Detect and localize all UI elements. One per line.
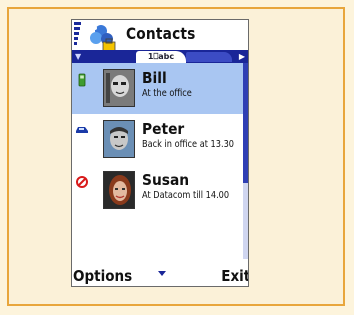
avatar (103, 120, 135, 158)
avatar (103, 69, 135, 107)
tab-left-arrow-icon[interactable]: ▼ (75, 52, 81, 61)
list-item[interactable]: Bill At the office (72, 63, 243, 114)
list-item[interactable]: Peter Back in office at 13.30 (72, 114, 243, 165)
contact-status: At Datacom till 14.00 (142, 190, 230, 201)
contact-name: Bill (142, 69, 167, 87)
contact-status: At the office (142, 88, 192, 99)
softkey-bar: Options Exit (72, 264, 248, 286)
contact-status: Back in office at 13.30 (142, 139, 235, 150)
contact-name: Susan (142, 171, 190, 189)
page-title: Contacts (126, 24, 196, 43)
app-header: Contacts ▼ 1⎕abc ▶ (72, 20, 248, 63)
exit-softkey[interactable]: Exit (221, 267, 248, 285)
tab-bar: ▼ 1⎕abc ▶ (72, 50, 248, 63)
scrollbar-thumb[interactable] (243, 63, 248, 183)
car-icon (76, 127, 88, 133)
contact-name: Peter (142, 120, 185, 138)
tab-right-arrow-icon[interactable]: ▶ (239, 52, 245, 61)
menu-indicator-icon (158, 271, 166, 276)
phone-screen: Contacts ▼ 1⎕abc ▶ Bill At the office Pe… (71, 19, 249, 287)
avatar (103, 171, 135, 209)
tab-groups[interactable] (186, 52, 232, 62)
do-not-disturb-icon (76, 176, 88, 188)
tab-contacts-active[interactable]: 1⎕abc (136, 51, 186, 63)
options-softkey[interactable]: Options (73, 267, 132, 285)
list-item[interactable]: Susan At Datacom till 14.00 (72, 165, 243, 216)
phone-green-icon (78, 73, 86, 87)
scrollbar[interactable] (243, 63, 248, 259)
